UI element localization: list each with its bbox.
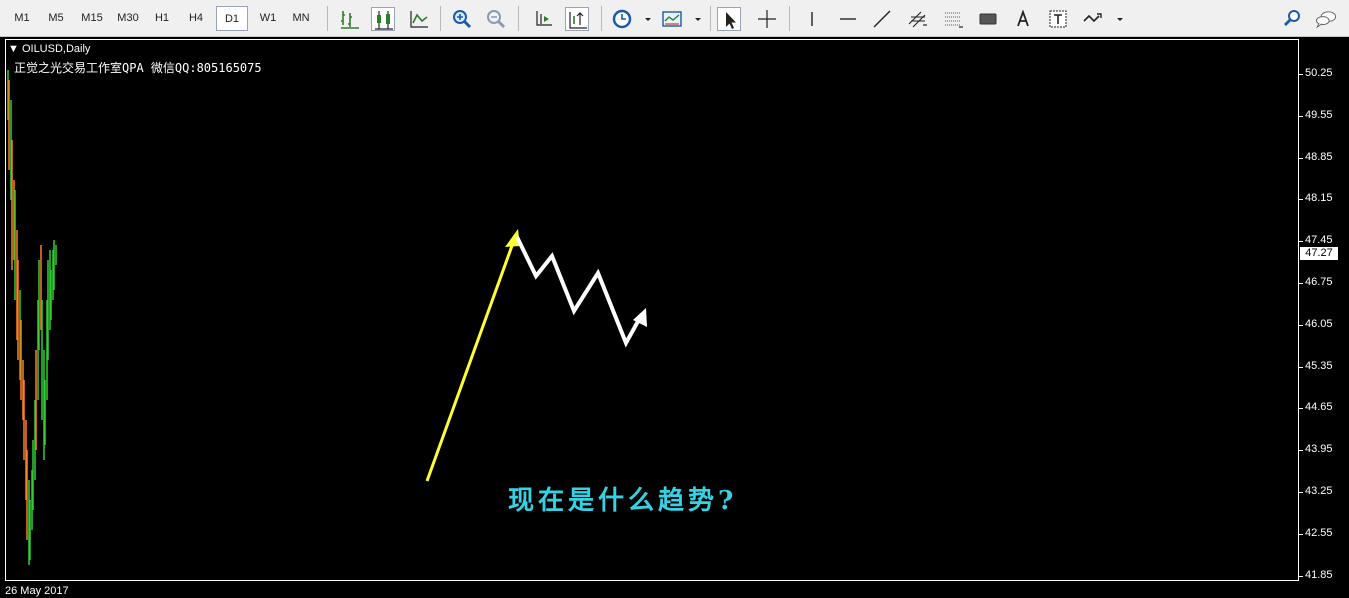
price-label: 42.55 bbox=[1305, 527, 1333, 539]
price-label: 48.85 bbox=[1305, 151, 1333, 163]
price-label: 47.45 bbox=[1305, 234, 1333, 246]
zigzag-line bbox=[515, 236, 644, 348]
symbol-label: ▼ OILUSD,Daily bbox=[8, 43, 91, 55]
watermark-text: 正觉之光交易工作室QPA 微信QQ:805165075 bbox=[14, 61, 262, 75]
price-tick bbox=[1299, 283, 1303, 284]
price-tick bbox=[1299, 116, 1303, 117]
price-tick bbox=[1299, 158, 1303, 159]
price-tick bbox=[1299, 408, 1303, 409]
price-label: 41.85 bbox=[1305, 569, 1333, 581]
price-label: 45.35 bbox=[1305, 360, 1333, 372]
price-tick bbox=[1299, 492, 1303, 493]
price-label: 43.25 bbox=[1305, 485, 1333, 497]
price-tick bbox=[1299, 325, 1303, 326]
price-tick bbox=[1299, 241, 1303, 242]
price-label: 48.15 bbox=[1305, 192, 1333, 204]
price-tick bbox=[1299, 534, 1303, 535]
price-tick bbox=[1299, 576, 1303, 577]
price-tick bbox=[1299, 199, 1303, 200]
price-label: 44.65 bbox=[1305, 401, 1333, 413]
price-label: 46.05 bbox=[1305, 318, 1333, 330]
annotation-text: 现在是什么趋势? bbox=[508, 486, 738, 516]
current-price-label: 47.27 bbox=[1300, 247, 1338, 260]
price-tick bbox=[1299, 367, 1303, 368]
price-tick bbox=[1299, 74, 1303, 75]
price-label: 49.55 bbox=[1305, 109, 1333, 121]
price-label: 43.95 bbox=[1305, 443, 1333, 455]
price-label: 46.75 bbox=[1305, 276, 1333, 288]
price-label: 50.25 bbox=[1305, 67, 1333, 79]
date-axis-label: 26 May 2017 bbox=[5, 585, 69, 597]
price-tick bbox=[1299, 450, 1303, 451]
up-arrow-line bbox=[425, 242, 515, 482]
collapse-triangle-icon[interactable]: ▼ bbox=[8, 43, 19, 55]
